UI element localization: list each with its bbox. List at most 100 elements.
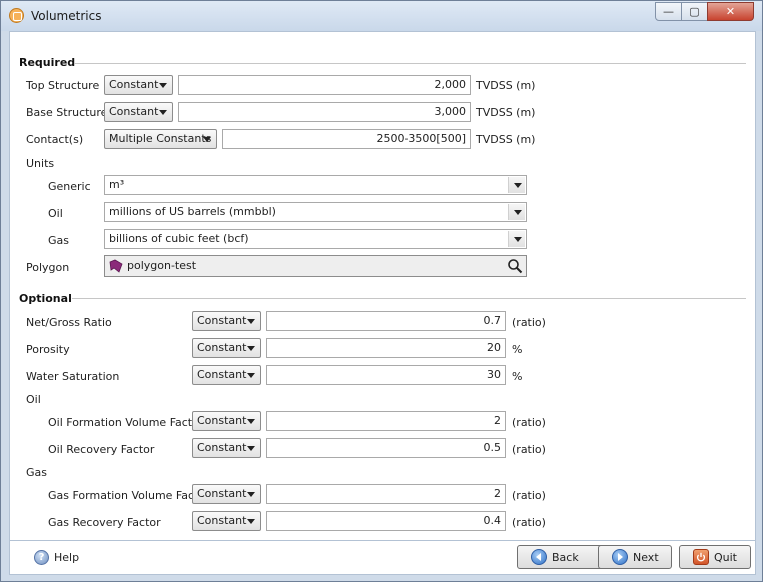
- volumetrics-window: Volumetrics — ▢ ✕ Required Top Structure…: [0, 0, 763, 582]
- optional-divider: [72, 298, 746, 299]
- maximize-button[interactable]: ▢: [681, 2, 708, 21]
- generic-unit-label: Generic: [48, 180, 91, 193]
- base-structure-unit: TVDSS (m): [476, 106, 536, 119]
- chevron-down-icon: [247, 319, 255, 324]
- contacts-mode-dropdown[interactable]: Multiple Constants: [104, 129, 217, 149]
- chevron-down-icon[interactable]: [508, 204, 525, 220]
- next-button[interactable]: Next: [598, 545, 672, 569]
- gas-fvf-label: Gas Formation Volume Factor: [48, 489, 210, 502]
- base-structure-mode-value: Constant: [109, 105, 159, 118]
- gas-fvf-mode-dropdown[interactable]: Constant: [192, 484, 261, 504]
- oil-group-label: Oil: [26, 393, 41, 406]
- base-structure-input[interactable]: 3,000: [178, 102, 471, 122]
- back-button-label: Back: [552, 551, 579, 564]
- polygon-value: polygon-test: [127, 259, 197, 272]
- contacts-unit: TVDSS (m): [476, 133, 536, 146]
- oil-fvf-mode-value: Constant: [197, 414, 247, 427]
- top-structure-input[interactable]: 2,000: [178, 75, 471, 95]
- porosity-mode-value: Constant: [197, 341, 247, 354]
- generic-unit-value: m³: [109, 178, 125, 191]
- porosity-label: Porosity: [26, 343, 70, 356]
- contacts-mode-value: Multiple Constants: [109, 132, 212, 145]
- oil-rf-label: Oil Recovery Factor: [48, 443, 155, 456]
- gas-rf-mode-value: Constant: [197, 514, 247, 527]
- chevron-down-icon[interactable]: [508, 177, 525, 193]
- oil-rf-unit: (ratio): [512, 443, 546, 456]
- app-icon: [9, 8, 24, 23]
- oil-rf-mode-dropdown[interactable]: Constant: [192, 438, 261, 458]
- footer-bar: ? Help Back Next Quit: [9, 541, 756, 575]
- oil-fvf-unit: (ratio): [512, 416, 546, 429]
- oil-unit-label: Oil: [48, 207, 63, 220]
- oil-fvf-input[interactable]: 2: [266, 411, 506, 431]
- net-gross-unit: (ratio): [512, 316, 546, 329]
- top-structure-label: Top Structure: [26, 79, 100, 92]
- chevron-down-icon: [159, 110, 167, 115]
- gas-fvf-input[interactable]: 2: [266, 484, 506, 504]
- gas-rf-input[interactable]: 0.4: [266, 511, 506, 531]
- power-icon: [693, 549, 709, 565]
- chevron-down-icon[interactable]: [508, 231, 525, 247]
- polygon-label: Polygon: [26, 261, 70, 274]
- net-gross-mode-value: Constant: [197, 314, 247, 327]
- water-saturation-mode-value: Constant: [197, 368, 247, 381]
- oil-rf-mode-value: Constant: [197, 441, 247, 454]
- gas-fvf-unit: (ratio): [512, 489, 546, 502]
- water-saturation-label: Water Saturation: [26, 370, 120, 383]
- form-panel: Required Top Structure Constant 2,000 TV…: [9, 31, 756, 541]
- chevron-down-icon: [247, 492, 255, 497]
- arrow-left-icon: [531, 549, 547, 565]
- top-structure-mode-value: Constant: [109, 78, 159, 91]
- minimize-button[interactable]: —: [655, 2, 682, 21]
- porosity-mode-dropdown[interactable]: Constant: [192, 338, 261, 358]
- net-gross-input[interactable]: 0.7: [266, 311, 506, 331]
- oil-unit-value: millions of US barrels (mmbbl): [109, 205, 276, 218]
- gas-group-label: Gas: [26, 466, 47, 479]
- close-button[interactable]: ✕: [707, 2, 754, 21]
- gas-fvf-mode-value: Constant: [197, 487, 247, 500]
- arrow-right-icon: [612, 549, 628, 565]
- porosity-input[interactable]: 20: [266, 338, 506, 358]
- water-saturation-mode-dropdown[interactable]: Constant: [192, 365, 261, 385]
- polygon-icon: [109, 259, 123, 273]
- base-structure-mode-dropdown[interactable]: Constant: [104, 102, 173, 122]
- chevron-down-icon: [247, 373, 255, 378]
- base-structure-label: Base Structure: [26, 106, 108, 119]
- chevron-down-icon: [247, 446, 255, 451]
- oil-unit-select[interactable]: millions of US barrels (mmbbl): [104, 202, 527, 222]
- units-label: Units: [26, 157, 55, 170]
- window-title: Volumetrics: [31, 9, 102, 23]
- optional-heading: Optional: [19, 292, 72, 305]
- generic-unit-select[interactable]: m³: [104, 175, 527, 195]
- gas-rf-mode-dropdown[interactable]: Constant: [192, 511, 261, 531]
- contacts-label: Contact(s): [26, 133, 84, 146]
- polygon-picker[interactable]: polygon-test: [104, 255, 527, 277]
- contacts-input[interactable]: 2500-3500[500]: [222, 129, 471, 149]
- gas-unit-value: billions of cubic feet (bcf): [109, 232, 249, 245]
- next-button-label: Next: [633, 551, 659, 564]
- water-saturation-input[interactable]: 30: [266, 365, 506, 385]
- required-divider: [74, 63, 746, 64]
- help-label: Help: [54, 551, 80, 564]
- oil-fvf-label: Oil Formation Volume Factor: [48, 416, 204, 429]
- search-icon[interactable]: [507, 258, 523, 274]
- gas-unit-select[interactable]: billions of cubic feet (bcf): [104, 229, 527, 249]
- top-structure-unit: TVDSS (m): [476, 79, 536, 92]
- gas-rf-unit: (ratio): [512, 516, 546, 529]
- chevron-down-icon: [159, 83, 167, 88]
- chevron-down-icon: [247, 519, 255, 524]
- required-heading: Required: [19, 56, 76, 69]
- back-button[interactable]: Back: [517, 545, 604, 569]
- porosity-unit: %: [512, 343, 523, 356]
- quit-button[interactable]: Quit: [679, 545, 751, 569]
- oil-rf-input[interactable]: 0.5: [266, 438, 506, 458]
- net-gross-mode-dropdown[interactable]: Constant: [192, 311, 261, 331]
- oil-fvf-mode-dropdown[interactable]: Constant: [192, 411, 261, 431]
- gas-unit-label: Gas: [48, 234, 69, 247]
- title-bar: Volumetrics — ▢ ✕: [1, 1, 762, 31]
- net-gross-label: Net/Gross Ratio: [26, 316, 112, 329]
- top-structure-mode-dropdown[interactable]: Constant: [104, 75, 173, 95]
- chevron-down-icon: [247, 346, 255, 351]
- quit-button-label: Quit: [714, 551, 737, 564]
- chevron-down-icon: [247, 419, 255, 424]
